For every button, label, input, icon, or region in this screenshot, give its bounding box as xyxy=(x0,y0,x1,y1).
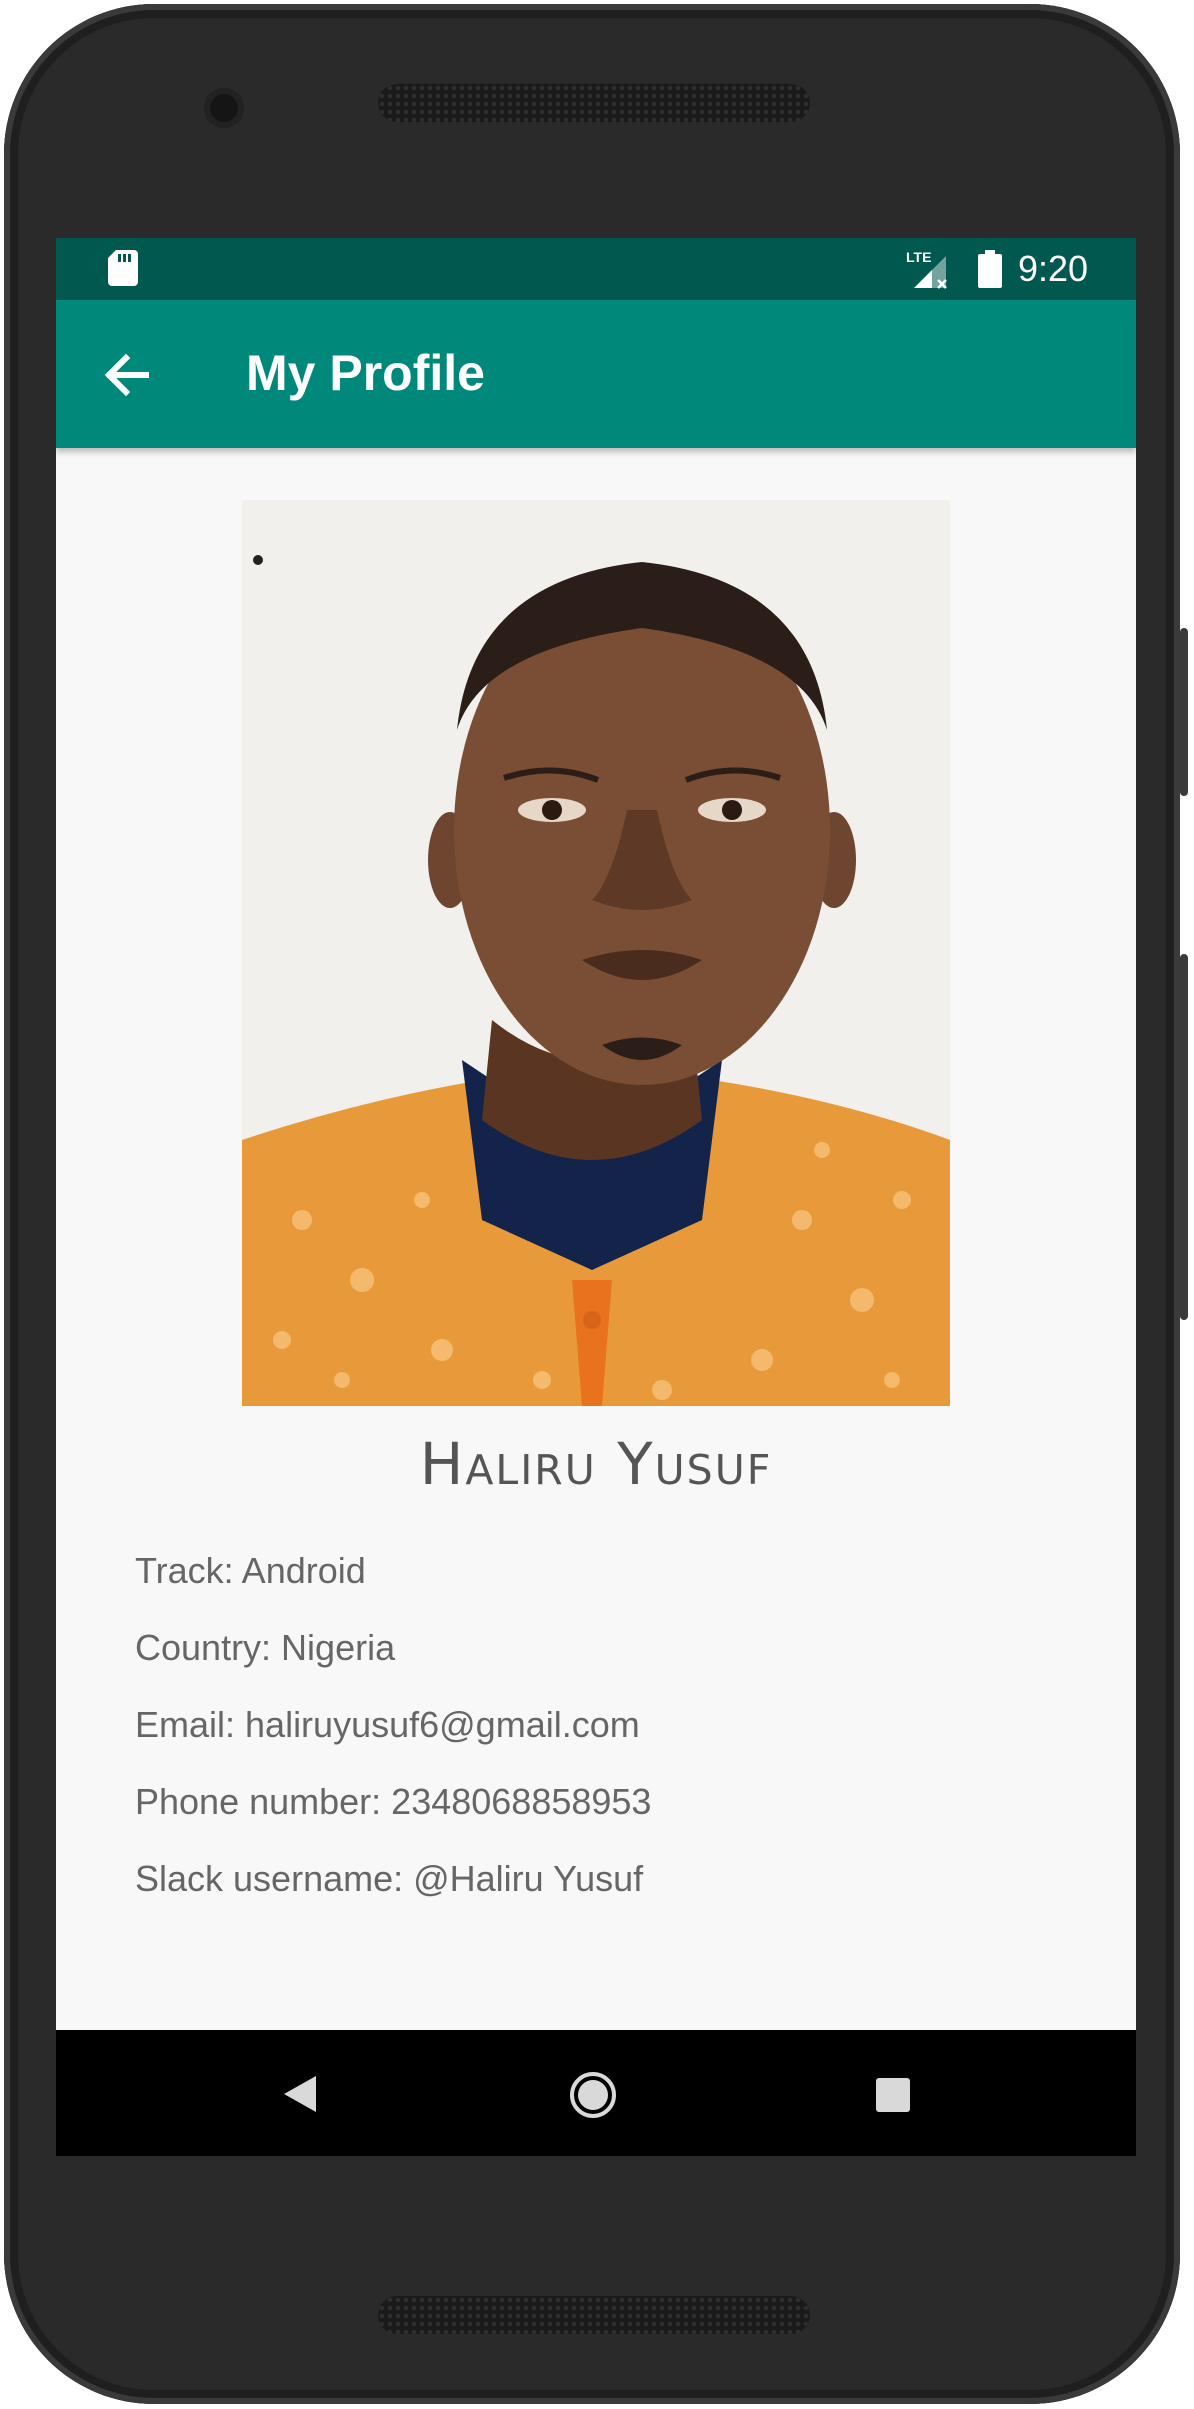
volume-button xyxy=(1180,954,1188,1320)
network-label: LTE xyxy=(906,249,931,265)
detail-slack: Slack username: @Haliru Yusuf xyxy=(135,1858,644,1899)
status-time: 9:20 xyxy=(1018,248,1089,289)
detail-country: Country: Nigeria xyxy=(135,1627,396,1668)
detail-email: Email: haliruyusuf6@gmail.com xyxy=(135,1704,640,1745)
battery-icon xyxy=(978,250,1002,288)
arrow-back-icon[interactable] xyxy=(98,346,156,404)
nav-home-icon[interactable] xyxy=(568,2070,618,2120)
nav-back-icon[interactable] xyxy=(282,2074,318,2114)
bottom-speaker xyxy=(378,2296,810,2334)
detail-track: Track: Android xyxy=(135,1550,366,1591)
power-button xyxy=(1180,628,1188,796)
top-speaker xyxy=(378,84,810,122)
screen: LTE 9:20 My Profile Haliru Yusuf Track: … xyxy=(56,238,1136,2156)
navigation-bar xyxy=(56,2030,1136,2156)
app-bar: My Profile xyxy=(56,300,1136,448)
page-title: My Profile xyxy=(246,345,485,401)
profile-name: Haliru Yusuf xyxy=(419,1430,773,1498)
front-camera xyxy=(204,88,244,128)
profile-photo xyxy=(242,500,950,1406)
nav-recents-icon[interactable] xyxy=(876,2078,910,2112)
lte-signal-icon: LTE xyxy=(906,249,947,289)
phone-frame: LTE 9:20 My Profile Haliru Yusuf Track: … xyxy=(4,4,1188,2404)
status-bar: LTE 9:20 xyxy=(56,238,1136,300)
detail-phone: Phone number: 2348068858953 xyxy=(135,1781,652,1822)
sd-card-icon xyxy=(108,250,138,286)
